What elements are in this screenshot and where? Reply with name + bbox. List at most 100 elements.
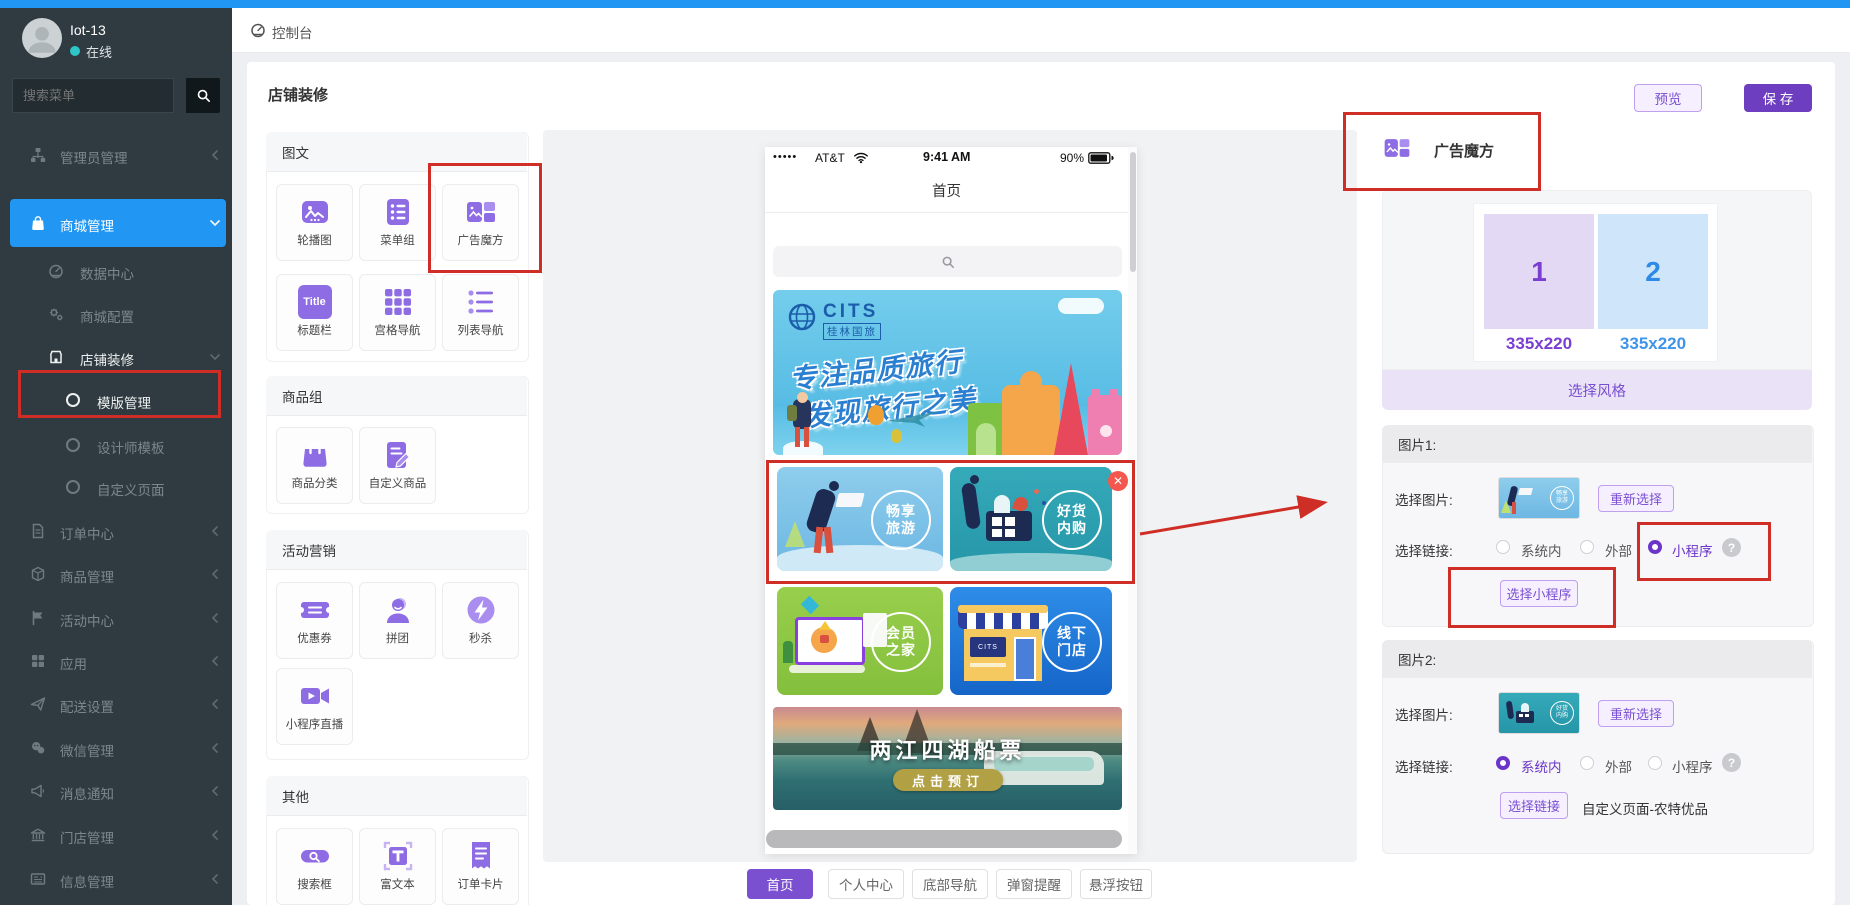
sidebar-item-template-management[interactable]: 模版管理: [0, 382, 232, 418]
sidebar-item-message-notification[interactable]: 消息通知: [0, 773, 232, 809]
palette-tile-group-buy[interactable]: 拼团: [359, 582, 436, 659]
tab-popup-reminder[interactable]: 弹窗提醒: [996, 869, 1072, 899]
image1-radio-miniprogram-label[interactable]: 小程序: [1672, 540, 1713, 560]
palette-tile-grid-nav[interactable]: 宫格导航: [359, 274, 436, 351]
hero-banner[interactable]: CITS 桂林国旅 专注品质旅行 发现旅行之美: [773, 290, 1122, 455]
palette-tile-product-category[interactable]: 商品分类: [276, 427, 353, 504]
search-button[interactable]: [186, 78, 220, 113]
image1-radio-external-label[interactable]: 外部: [1605, 540, 1632, 560]
bullet-circle-icon: [66, 393, 80, 407]
palette-tile-rich-text[interactable]: 富文本: [359, 828, 436, 905]
palette-tile-custom-product[interactable]: 自定义商品: [359, 427, 436, 504]
sidebar-item-activity-center[interactable]: 活动中心: [0, 600, 232, 636]
tab-personal-center[interactable]: 个人中心: [828, 869, 904, 899]
image1-thumbnail[interactable]: 畅享 旅游: [1498, 477, 1580, 519]
sidebar-item-mall[interactable]: 商城管理: [0, 205, 232, 241]
chevron-down-icon: [210, 218, 220, 228]
image1-reselect-button[interactable]: 重新选择: [1598, 485, 1674, 512]
ad-cube-tile-member[interactable]: 会员 之家: [777, 587, 943, 695]
sidebar-item-wechat-management[interactable]: 微信管理: [0, 730, 232, 766]
chevron-left-icon: [210, 699, 220, 709]
avatar[interactable]: [22, 18, 62, 58]
style-slot-2: 2: [1598, 214, 1708, 329]
grid-icon: [30, 653, 46, 669]
sidebar-item-custom-page[interactable]: 自定义页面: [0, 469, 232, 505]
image2-radio-system[interactable]: [1496, 756, 1510, 770]
palette-tile-ad-cube[interactable]: 广告魔方: [442, 184, 519, 261]
palette-tile-live-stream[interactable]: 小程序直播: [276, 668, 353, 745]
choose-miniprogram-button[interactable]: 选择小程序: [1500, 580, 1578, 607]
tab-home[interactable]: 首页: [747, 869, 813, 899]
ad-cube-tile-travel[interactable]: 畅享 旅游: [777, 467, 943, 571]
ad-cube-tile-store[interactable]: CITS 线下 门店: [950, 587, 1112, 695]
sidebar-item-mall-config[interactable]: 商城配置: [0, 296, 232, 332]
palette-tile-menu-group[interactable]: 菜单组: [359, 184, 436, 261]
breadcrumb[interactable]: 控制台: [272, 22, 313, 42]
palette-tile-title-bar[interactable]: Title 标题栏: [276, 274, 353, 351]
phone-search-bar[interactable]: [773, 246, 1122, 277]
ad-cube-icon: [1382, 133, 1412, 163]
search-input[interactable]: [12, 78, 174, 113]
palette-tile-list-nav[interactable]: 列表导航: [442, 274, 519, 351]
image1-radio-system[interactable]: [1496, 540, 1510, 554]
image2-radio-external[interactable]: [1580, 756, 1594, 770]
palette-tile-flash-sale[interactable]: 秒杀: [442, 582, 519, 659]
chevron-left-icon: [210, 569, 220, 579]
image2-radio-external-label[interactable]: 外部: [1605, 756, 1632, 776]
order-card-icon: [464, 839, 498, 873]
battery-label: 90%: [1060, 151, 1084, 165]
chevron-left-icon: [210, 874, 220, 884]
tab-floating-button[interactable]: 悬浮按钮: [1080, 869, 1152, 899]
sidebar-item-apps[interactable]: 应用: [0, 643, 232, 679]
sidebar-item-product-management[interactable]: 商品管理: [0, 556, 232, 592]
image2-radio-miniprogram[interactable]: [1648, 756, 1662, 770]
image2-reselect-button[interactable]: 重新选择: [1598, 700, 1674, 727]
hero-balloon-small: [891, 429, 902, 443]
phone-bottom-scrollbar[interactable]: [766, 830, 1122, 848]
menu-group-icon: [381, 195, 415, 229]
clock-label: 9:41 AM: [923, 150, 970, 164]
phone-scrollbar-thumb[interactable]: [1130, 152, 1136, 272]
boat-banner[interactable]: 两江四湖船票 点击预订: [773, 707, 1122, 810]
image1-radio-miniprogram[interactable]: [1648, 540, 1662, 554]
search-icon: [196, 88, 211, 103]
carousel-icon: [298, 195, 332, 229]
choose-link-button[interactable]: 选择链接: [1500, 792, 1568, 819]
style-preview-box[interactable]: 1 2 335x220 335x220: [1473, 203, 1718, 362]
sidebar-item-delivery-settings[interactable]: 配送设置: [0, 686, 232, 722]
chevron-down-icon: [210, 352, 220, 362]
palette-tile-order-card[interactable]: 订单卡片: [442, 828, 519, 905]
choose-style-button[interactable]: 选择风格: [1382, 370, 1812, 410]
save-button[interactable]: 保 存: [1744, 84, 1812, 112]
sidebar-item-designer-template[interactable]: 设计师模板: [0, 427, 232, 463]
megaphone-icon: [30, 783, 46, 799]
image1-radio-system-label[interactable]: 系统内: [1521, 540, 1562, 560]
palette-tile-search-box[interactable]: 搜索框: [276, 828, 353, 905]
image2-header: 图片2:: [1382, 640, 1812, 678]
sidebar-item-info-management[interactable]: 信息管理: [0, 861, 232, 897]
plane-icon: [885, 407, 941, 429]
palette-tile-coupon[interactable]: 优惠券: [276, 582, 353, 659]
palette-section-product-header: 商品组: [266, 376, 527, 416]
sidebar-item-order-center[interactable]: 订单中心: [0, 513, 232, 549]
boat-banner-button[interactable]: 点击预订: [893, 769, 1003, 791]
image1-pick-label: 选择图片:: [1395, 489, 1453, 509]
image1-radio-external[interactable]: [1580, 540, 1594, 554]
bullet-circle-icon: [66, 438, 80, 452]
component-close-button[interactable]: ✕: [1108, 471, 1128, 491]
help-icon[interactable]: ?: [1722, 538, 1741, 557]
sidebar-item-admin[interactable]: 管理员管理: [0, 137, 232, 173]
chevron-left-icon: [210, 786, 220, 796]
tab-bottom-nav[interactable]: 底部导航: [912, 869, 988, 899]
sidebar-item-shop-decoration[interactable]: 店铺装修: [0, 339, 232, 375]
sidebar-item-data-center[interactable]: 数据中心: [0, 253, 232, 289]
sidebar-item-store-management[interactable]: 门店管理: [0, 817, 232, 853]
preview-button[interactable]: 预览: [1634, 84, 1702, 112]
palette-tile-carousel[interactable]: 轮播图: [276, 184, 353, 261]
ad-cube-tile-goods[interactable]: 好货 内购: [950, 467, 1112, 571]
image2-thumbnail[interactable]: 好货 内购: [1498, 692, 1580, 734]
image2-radio-miniprogram-label[interactable]: 小程序: [1672, 756, 1713, 776]
image2-radio-system-label[interactable]: 系统内: [1521, 756, 1562, 776]
thumb-illustration: [1516, 711, 1534, 723]
help-icon[interactable]: ?: [1722, 753, 1741, 772]
